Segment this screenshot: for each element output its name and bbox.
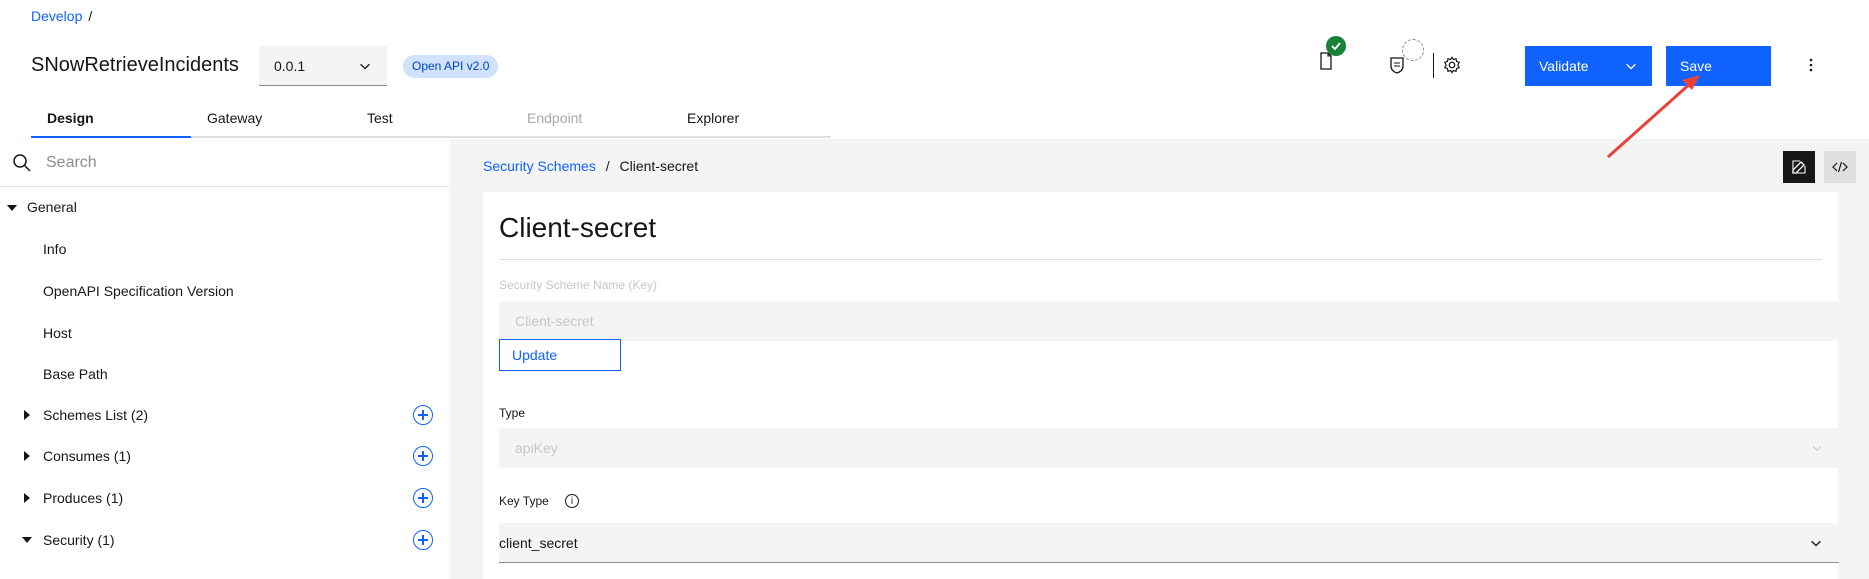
toolbar-divider bbox=[1433, 53, 1434, 78]
type-label: Type bbox=[499, 406, 526, 420]
breadcrumb-separator: / bbox=[88, 8, 93, 24]
tab-bar: Design Gateway Test Endpoint Explorer bbox=[31, 104, 831, 138]
gear-icon[interactable] bbox=[1441, 54, 1463, 76]
search-icon bbox=[13, 153, 31, 172]
sidebar-item-security[interactable]: Security (1) bbox=[43, 532, 115, 548]
sidebar-item-host[interactable]: Host bbox=[43, 325, 72, 341]
sidebar-item-info[interactable]: Info bbox=[43, 241, 66, 257]
card-divider bbox=[499, 259, 1822, 260]
status-success-icon bbox=[1326, 36, 1346, 56]
add-consumes-icon[interactable] bbox=[413, 446, 433, 466]
code-view-icon[interactable] bbox=[1824, 151, 1856, 183]
card-title: Client-secret bbox=[499, 212, 657, 243]
chevron-down-icon bbox=[1626, 63, 1636, 70]
breadcrumb-security-schemes-link[interactable]: Security Schemes bbox=[483, 158, 596, 174]
key-type-label: Key Type bbox=[499, 494, 549, 508]
policy-shield-icon[interactable] bbox=[1388, 54, 1406, 76]
add-security-icon[interactable] bbox=[413, 530, 433, 550]
sidebar-item-consumes[interactable]: Consumes (1) bbox=[43, 448, 131, 464]
caret-right-icon[interactable] bbox=[24, 451, 30, 461]
validate-button[interactable]: Validate bbox=[1525, 46, 1652, 86]
save-button[interactable]: Save bbox=[1666, 46, 1771, 86]
sidebar-item-openapi-version[interactable]: OpenAPI Specification Version bbox=[43, 283, 234, 299]
key-type-value: client_secret bbox=[499, 534, 578, 551]
tab-endpoint: Endpoint bbox=[511, 104, 671, 138]
version-value: 0.0.1 bbox=[274, 57, 306, 74]
tab-gateway[interactable]: Gateway bbox=[191, 104, 351, 138]
overflow-menu-icon[interactable] bbox=[1800, 54, 1822, 76]
api-title: SNowRetrieveIncidents bbox=[31, 54, 239, 76]
breadcrumb-separator: / bbox=[605, 158, 610, 174]
chevron-down-icon bbox=[360, 63, 370, 70]
version-select[interactable]: 0.0.1 bbox=[259, 46, 387, 86]
info-icon[interactable]: i bbox=[565, 494, 579, 508]
loading-spinner-icon bbox=[1402, 39, 1424, 61]
chevron-down-icon bbox=[1812, 446, 1822, 452]
type-value: apiKey bbox=[515, 440, 558, 456]
main-breadcrumb: Security Schemes / Client-secret bbox=[483, 158, 698, 174]
tab-explorer[interactable]: Explorer bbox=[671, 104, 831, 138]
edit-icon[interactable] bbox=[1783, 151, 1815, 183]
sidebar-group-general[interactable]: General bbox=[27, 199, 77, 215]
caret-right-icon[interactable] bbox=[24, 493, 30, 503]
caret-down-icon[interactable] bbox=[22, 537, 32, 543]
caret-down-icon[interactable] bbox=[7, 205, 17, 211]
main-panel: Security Schemes / Client-secret Client-… bbox=[450, 139, 1869, 579]
breadcrumb: Develop / bbox=[31, 8, 92, 24]
scheme-name-field: Client-secret bbox=[499, 301, 1839, 341]
tab-design[interactable]: Design bbox=[31, 104, 191, 138]
update-button[interactable]: Update bbox=[499, 339, 621, 371]
scheme-name-label: Security Scheme Name (Key) bbox=[499, 278, 658, 292]
sidebar: Search General Info OpenAPI Specificatio… bbox=[0, 139, 450, 579]
sidebar-item-base-path[interactable]: Base Path bbox=[43, 366, 108, 382]
sidebar-search[interactable]: Search bbox=[0, 139, 450, 187]
add-produces-icon[interactable] bbox=[413, 488, 433, 508]
key-type-select[interactable]: client_secret bbox=[499, 523, 1839, 563]
breadcrumb-current: Client-secret bbox=[619, 158, 699, 174]
sidebar-item-schemes[interactable]: Schemes List (2) bbox=[43, 407, 148, 423]
type-select: apiKey bbox=[499, 428, 1839, 468]
scheme-name-value: Client-secret bbox=[515, 313, 594, 329]
openapi-version-tag: Open API v2.0 bbox=[403, 55, 499, 78]
caret-right-icon[interactable] bbox=[24, 410, 30, 420]
add-scheme-icon[interactable] bbox=[413, 405, 433, 425]
tab-test[interactable]: Test bbox=[351, 104, 511, 138]
security-scheme-card: Client-secret Security Scheme Name (Key)… bbox=[483, 192, 1839, 579]
search-input[interactable]: Search bbox=[46, 154, 97, 172]
sidebar-item-produces[interactable]: Produces (1) bbox=[43, 490, 123, 506]
validate-label: Validate bbox=[1539, 58, 1589, 74]
chevron-down-icon bbox=[1811, 540, 1821, 547]
breadcrumb-develop-link[interactable]: Develop bbox=[31, 8, 82, 24]
